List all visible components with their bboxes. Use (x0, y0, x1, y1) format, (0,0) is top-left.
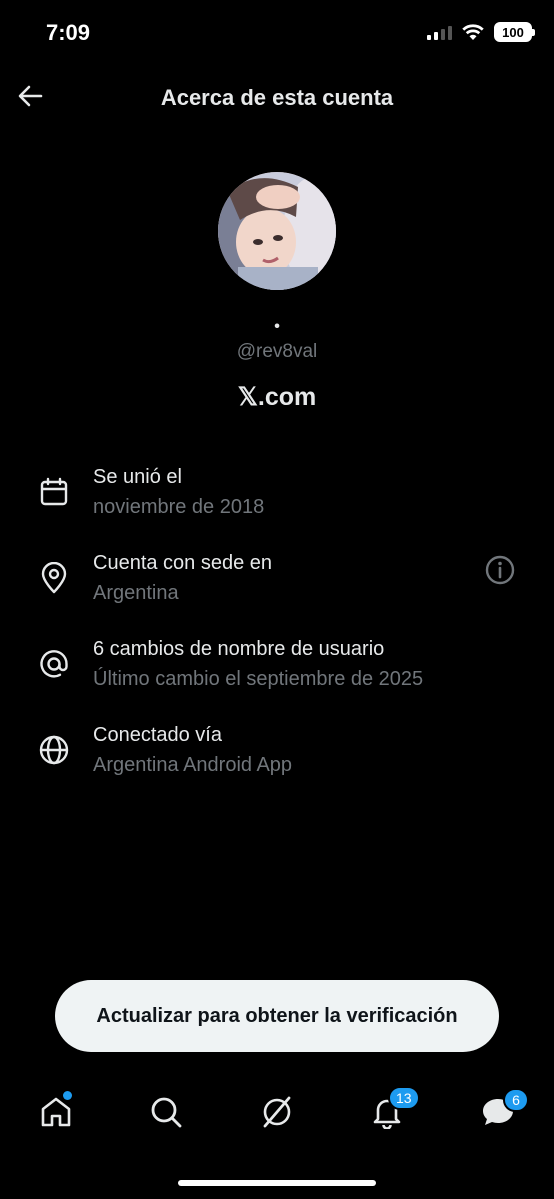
globe-icon (36, 732, 72, 768)
home-indicator (178, 1180, 376, 1186)
info-subtitle: Último cambio el septiembre de 2025 (93, 668, 424, 690)
header: Acerca de esta cuenta (0, 72, 554, 124)
info-title: Se unió el (93, 466, 182, 488)
search-icon (151, 1097, 182, 1128)
tab-grok[interactable] (245, 1080, 309, 1144)
home-notification-dot (63, 1091, 72, 1100)
status-indicators: 100 (427, 22, 535, 42)
cellular-signal-icon (427, 24, 452, 40)
info-row-location: Cuenta con sede en Argentina (0, 552, 554, 622)
page-title: Acerca de esta cuenta (160, 85, 394, 110)
battery-icon: 100 (494, 22, 535, 42)
info-subtitle: Argentina (93, 582, 179, 604)
status-bar: 7:09 100 (0, 0, 554, 66)
info-row-username-changes: 6 cambios de nombre de usuario Último ca… (0, 638, 554, 708)
info-row-joined: Se unió el noviembre de 2018 (0, 466, 554, 536)
location-pin-icon (36, 560, 72, 596)
battery-level: 100 (502, 24, 524, 40)
info-subtitle: noviembre de 2018 (93, 496, 265, 518)
avatar[interactable] (218, 172, 336, 290)
tab-search[interactable] (134, 1080, 198, 1144)
info-row-connected-via: Conectado vía Argentina Android App (0, 724, 554, 794)
platform-domain: 𝕏.com (237, 383, 317, 411)
info-title: 6 cambios de nombre de usuario (93, 638, 385, 660)
info-button[interactable] (482, 552, 518, 588)
notifications-count-badge: 13 (388, 1086, 420, 1110)
info-subtitle: Argentina Android App (93, 754, 293, 776)
status-time: 7:09 (46, 20, 91, 45)
grok-icon (263, 1096, 291, 1128)
home-icon (41, 1097, 71, 1127)
bottom-tab-bar: 13 6 (0, 1080, 554, 1150)
info-title: Conectado vía (93, 724, 222, 746)
calendar-icon (36, 474, 72, 510)
avatar-image (218, 172, 336, 290)
messages-count-badge: 6 (503, 1088, 529, 1112)
upgrade-verification-button[interactable]: Actualizar para obtener la verificación (55, 980, 499, 1052)
tab-notifications[interactable]: 13 (355, 1080, 420, 1144)
at-icon (36, 646, 72, 682)
tab-messages[interactable]: 6 (466, 1080, 530, 1144)
info-title: Cuenta con sede en (93, 552, 273, 574)
info-circle-icon (485, 555, 515, 585)
display-name: • (274, 318, 280, 335)
wifi-icon (462, 23, 484, 40)
tab-home[interactable] (24, 1080, 88, 1144)
username-handle: @rev8val (236, 341, 318, 362)
